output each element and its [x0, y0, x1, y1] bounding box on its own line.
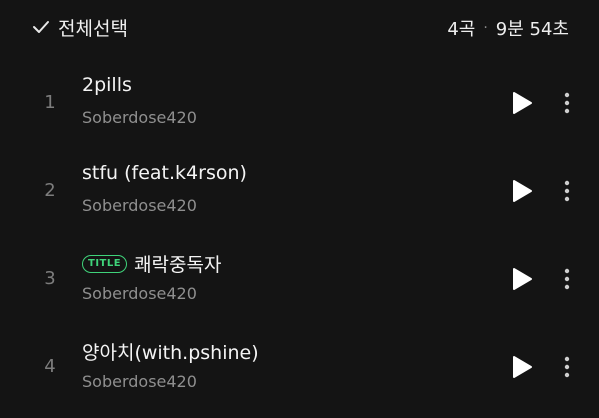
total-duration: 9분 54초 — [495, 19, 569, 40]
track-row[interactable]: 1 2pills Soberdose420 — [0, 66, 599, 154]
play-icon[interactable] — [510, 178, 534, 204]
summary-separator: · — [483, 20, 488, 36]
check-icon — [33, 21, 49, 33]
play-icon[interactable] — [510, 266, 534, 292]
track-title: stfu (feat.k4rson) — [82, 162, 247, 184]
track-title-text: 2pills — [82, 74, 132, 96]
track-list-header: 전체선택 4곡 · 9분 54초 — [0, 0, 599, 54]
select-all-button[interactable]: 전체선택 — [32, 12, 128, 42]
track-artist[interactable]: Soberdose420 — [82, 196, 197, 215]
track-number: 3 — [44, 268, 56, 289]
more-vertical-icon[interactable] — [556, 178, 578, 204]
track-number: 2 — [44, 180, 56, 201]
play-icon[interactable] — [510, 354, 534, 380]
select-all-label: 전체선택 — [58, 17, 128, 40]
track-number: 4 — [44, 356, 56, 377]
track-title-text: 양아치(with.pshine) — [82, 342, 259, 364]
playlist-summary: 4곡 · 9분 54초 — [447, 14, 569, 42]
track-artist[interactable]: Soberdose420 — [82, 284, 197, 303]
track-title: TITLE 쾌락중독자 — [82, 250, 221, 277]
more-vertical-icon[interactable] — [556, 90, 578, 116]
track-title: 2pills — [82, 74, 132, 96]
more-vertical-icon[interactable] — [556, 354, 578, 380]
track-artist[interactable]: Soberdose420 — [82, 108, 197, 127]
play-icon[interactable] — [510, 90, 534, 116]
track-number: 1 — [44, 92, 56, 113]
track-title-text: 쾌락중독자 — [134, 254, 222, 276]
track-count: 4곡 — [447, 19, 476, 40]
track-row[interactable]: 3 TITLE 쾌락중독자 Soberdose420 — [0, 242, 599, 330]
more-vertical-icon[interactable] — [556, 266, 578, 292]
title-badge: TITLE — [82, 254, 128, 273]
track-title: 양아치(with.pshine) — [82, 338, 259, 365]
track-artist[interactable]: Soberdose420 — [82, 372, 197, 391]
track-row[interactable]: 2 stfu (feat.k4rson) Soberdose420 — [0, 154, 599, 242]
track-title-text: stfu (feat.k4rson) — [82, 162, 247, 184]
track-row[interactable]: 4 양아치(with.pshine) Soberdose420 — [0, 330, 599, 418]
